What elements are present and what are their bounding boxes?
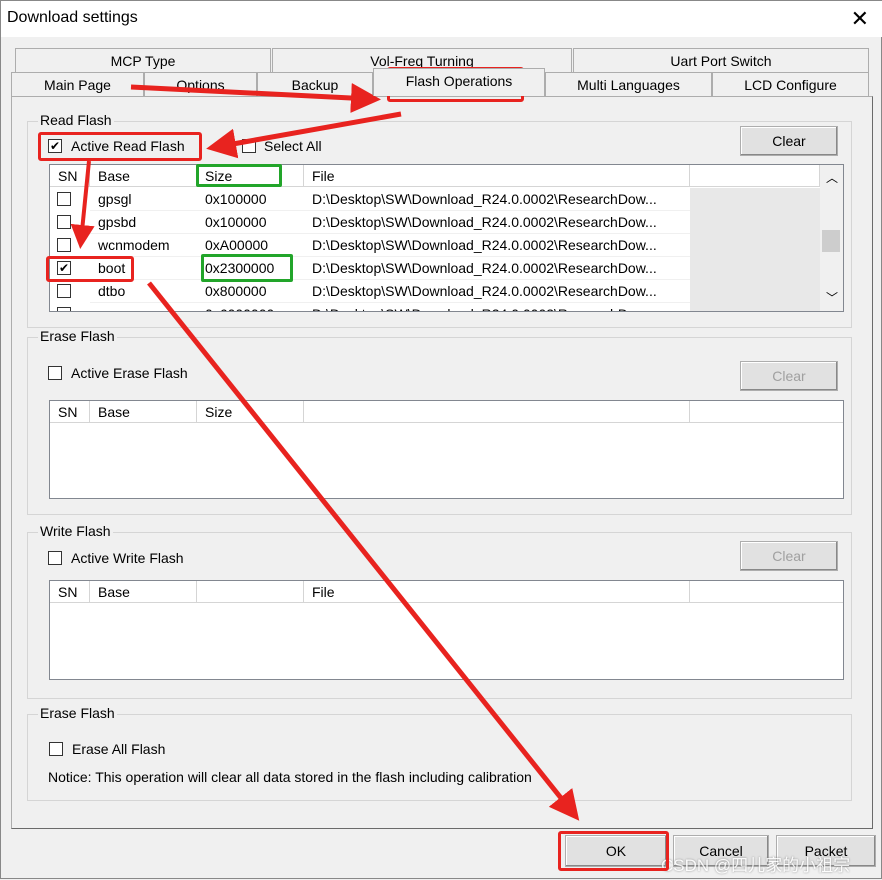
select-all-label: Select All xyxy=(264,138,322,154)
row-base: gpsbd xyxy=(90,211,197,234)
row-checkbox[interactable] xyxy=(57,238,71,252)
col-sn[interactable]: SN xyxy=(50,581,90,603)
row-checkbox[interactable] xyxy=(57,284,71,298)
scroll-thumb[interactable] xyxy=(822,230,840,252)
erase-all-flash-checkbox[interactable] xyxy=(49,742,63,756)
active-write-flash-label: Active Write Flash xyxy=(71,550,184,566)
erase-clear-button[interactable]: Clear xyxy=(740,361,838,391)
watermark: CSDN @四儿家的小祖宗 xyxy=(661,856,851,875)
window-title: Download settings xyxy=(7,9,138,26)
active-erase-flash-label: Active Erase Flash xyxy=(71,365,188,381)
row-checkbox[interactable] xyxy=(57,215,71,229)
write-flash-table: SN Base File xyxy=(49,580,844,680)
row-file: D:\Desktop\SW\Download_R24.0.0002\Resear… xyxy=(304,303,690,311)
row-size: 0x100000 xyxy=(197,211,304,234)
col-blank xyxy=(304,401,690,423)
col-file[interactable]: File xyxy=(304,165,690,187)
erase-flash-label: Erase Flash xyxy=(38,328,117,344)
row-blank xyxy=(690,211,820,234)
active-erase-flash-checkbox[interactable] xyxy=(48,366,62,380)
row-file: D:\Desktop\SW\Download_R24.0.0002\Resear… xyxy=(304,188,690,211)
close-icon[interactable]: ✕ xyxy=(851,6,869,32)
active-write-flash-checkbox[interactable] xyxy=(48,551,62,565)
row-file: D:\Desktop\SW\Download_R24.0.0002\Resear… xyxy=(304,280,690,303)
col-blank xyxy=(690,401,843,423)
scroll-down-icon[interactable]: ﹀ xyxy=(826,289,838,306)
row-checkbox[interactable] xyxy=(57,192,71,206)
tab-mcp-type[interactable]: MCP Type xyxy=(15,48,271,72)
row-blank xyxy=(690,303,820,311)
title-bar: Download settings ✕ xyxy=(1,1,882,37)
col-size[interactable]: Size xyxy=(197,401,304,423)
row-size: 0x800000 xyxy=(197,280,304,303)
erase-all-flash-label: Erase All Flash xyxy=(72,741,166,757)
read-clear-button[interactable]: Clear xyxy=(740,126,838,156)
scroll-up-icon[interactable]: ︿ xyxy=(826,169,838,186)
read-flash-table: SN Base Size File gpsgl 0x100000 D:\Deskto… xyxy=(49,164,844,312)
col-base[interactable]: Base xyxy=(90,401,197,423)
row-file: D:\Desktop\SW\Download_R24.0.0002\Resear… xyxy=(304,234,690,257)
row-blank xyxy=(690,188,820,211)
col-base[interactable]: Base xyxy=(90,581,197,603)
table-row[interactable]: dtbo 0x800000 D:\Desktop\SW\Download_R24.0… xyxy=(50,280,820,303)
row-size: 0x100000 xyxy=(197,188,304,211)
table-row[interactable]: gpsbd 0x100000 D:\Desktop\SW\Download_R24.… xyxy=(50,211,820,234)
tab-backup[interactable]: Backup xyxy=(257,72,373,96)
erase-notice: Notice: This operation will clear all da… xyxy=(48,769,532,785)
annotation-size-header-box xyxy=(196,164,282,187)
row-blank xyxy=(690,234,820,257)
col-blank xyxy=(690,581,843,603)
write-clear-button[interactable]: Clear xyxy=(740,541,838,571)
scrollbar[interactable]: ︿ ﹀ xyxy=(820,165,843,311)
tab-flash-operations[interactable]: Flash Operations xyxy=(373,68,545,96)
erase-flash-table: SN Base Size xyxy=(49,400,844,499)
table-row[interactable]: wcnmodem 0xA00000 D:\Desktop\SW\Download_R… xyxy=(50,234,820,257)
table-row[interactable]: ✔ boot 0x2300000 D:\Desktop\SW\Download_R24… xyxy=(50,257,820,280)
row-file: D:\Desktop\SW\Download_R24.0.0002\Resear… xyxy=(304,211,690,234)
tab-lcd-configure[interactable]: LCD Configure xyxy=(712,72,869,96)
annotation-size-value-box xyxy=(201,254,293,282)
row-blank xyxy=(690,257,820,280)
annotation-active-read-box xyxy=(38,132,202,161)
erase-all-group: Erase Flash xyxy=(27,705,852,801)
tab-multi-languages[interactable]: Multi Languages xyxy=(545,72,712,96)
annotation-boot-box xyxy=(46,256,134,282)
row-blank xyxy=(690,280,820,303)
col-sn[interactable]: SN xyxy=(50,165,90,187)
erase-all-group-label: Erase Flash xyxy=(38,705,117,721)
write-flash-label: Write Flash xyxy=(38,523,113,539)
row-checkbox[interactable] xyxy=(57,307,71,311)
row-base: wcnmodem xyxy=(90,234,197,257)
row-base: gpsgl xyxy=(90,188,197,211)
row-size: 0x6000000 xyxy=(197,303,304,311)
col-blank[interactable] xyxy=(197,581,304,603)
col-file[interactable]: File xyxy=(304,581,690,603)
read-flash-label: Read Flash xyxy=(38,112,114,128)
col-blank xyxy=(690,165,820,187)
annotation-ok-box xyxy=(558,831,669,871)
select-all-checkbox[interactable] xyxy=(242,139,256,153)
row-base xyxy=(90,303,197,311)
row-file: D:\Desktop\SW\Download_R24.0.0002\Resear… xyxy=(304,257,690,280)
table-row[interactable]: gpsgl 0x100000 D:\Desktop\SW\Download_R24.… xyxy=(50,188,820,211)
row-base: dtbo xyxy=(90,280,197,303)
tab-options[interactable]: Options xyxy=(144,72,257,96)
col-base[interactable]: Base xyxy=(90,165,197,187)
table-row[interactable]: 0x6000000D:\Desktop\SW\Download_R24.0.00… xyxy=(50,303,820,311)
tab-main-page[interactable]: Main Page xyxy=(11,72,144,96)
tab-uart-port[interactable]: Uart Port Switch xyxy=(573,48,869,72)
col-sn[interactable]: SN xyxy=(50,401,90,423)
